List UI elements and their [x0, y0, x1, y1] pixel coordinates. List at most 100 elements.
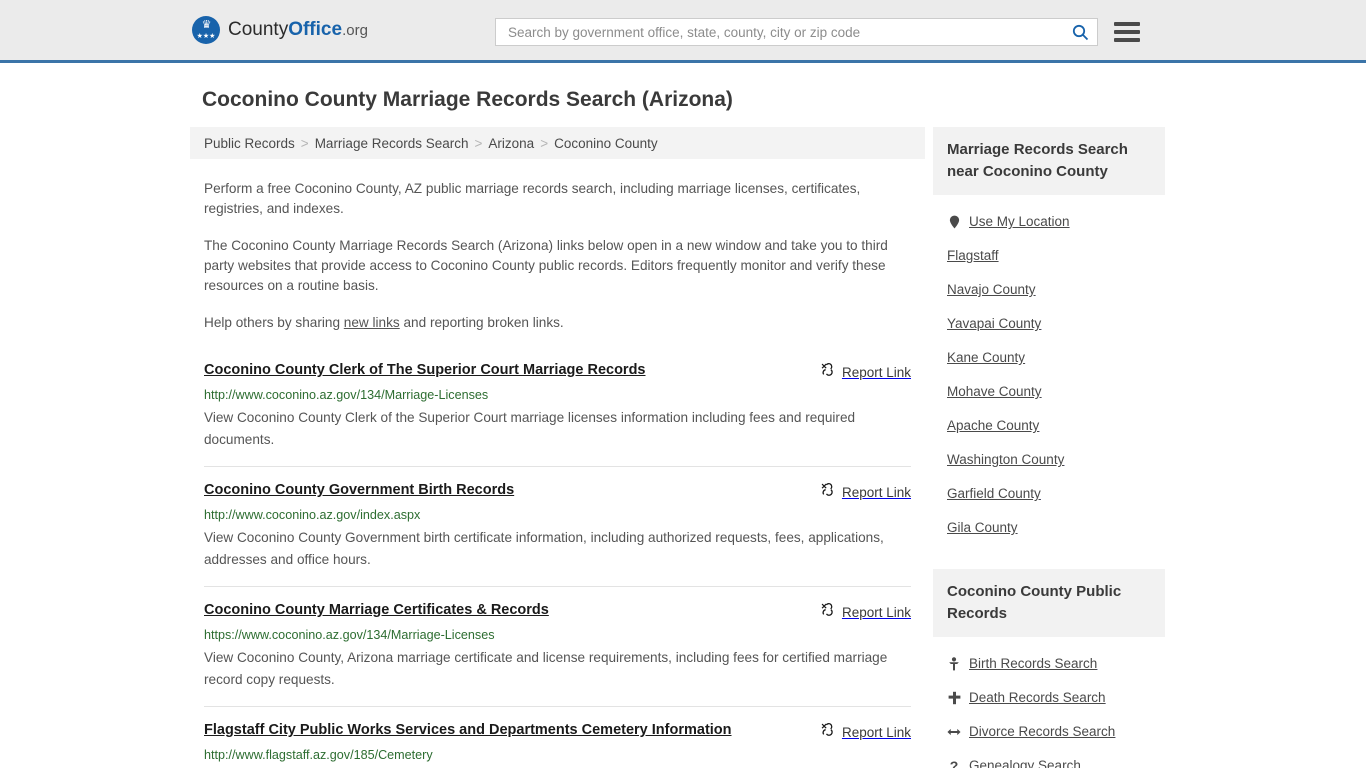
cross-icon [947, 691, 961, 705]
breadcrumb: Public Records > Marriage Records Search > A… [190, 127, 925, 159]
report-link-label: Report Link [841, 724, 911, 740]
broken-link-icon [820, 362, 835, 382]
sidebar-link-label: Kane County [947, 350, 1026, 365]
question-icon: ? [949, 758, 959, 768]
breadcrumb-separator: > [540, 135, 549, 151]
logo-text-tld: .org [342, 22, 368, 39]
report-link-button[interactable]: Report Link [820, 361, 911, 382]
sidebar-link-label: Yavapai County [947, 316, 1042, 331]
report-link-label: Report Link [841, 484, 911, 500]
sidebar-link-label: Birth Records Search [969, 656, 1098, 671]
sidebar-link[interactable]: Divorce Records Search [947, 715, 1151, 749]
sidebar-link-label: Genealogy Search [969, 758, 1081, 768]
result-description: View Coconino County, Arizona marriage c… [204, 650, 888, 687]
result-description: View Coconino County Clerk of the Superi… [204, 410, 856, 447]
result-title-link[interactable]: Coconino County Marriage Certificates & … [204, 601, 549, 620]
sidebar-link[interactable]: Apache County [947, 409, 1151, 443]
sidebar-link-label: Flagstaff [947, 248, 999, 263]
sidebar-panel-title: Marriage Records Search near Coconino Co… [933, 127, 1165, 195]
breadcrumb-item[interactable]: Public Records [204, 136, 295, 151]
sidebar-link[interactable]: Mohave County [947, 375, 1151, 409]
breadcrumb-separator: > [474, 135, 483, 151]
sidebar-panel-title: Coconino County Public Records [933, 569, 1165, 637]
broken-link-icon [820, 722, 835, 742]
result-title-link[interactable]: Flagstaff City Public Works Services and… [204, 721, 732, 740]
intro-section: Perform a free Coconino County, AZ publi… [190, 179, 925, 333]
results-list: Coconino County Clerk of The Superior Co… [190, 355, 925, 768]
sidebar-link-label: Mohave County [947, 384, 1042, 399]
report-link-label: Report Link [841, 364, 911, 380]
sidebar-link-label: Garfield County [947, 486, 1041, 501]
result-item: Flagstaff City Public Works Services and… [204, 706, 911, 768]
arrows-icon [947, 727, 961, 737]
intro-p3-after: and reporting broken links. [399, 315, 564, 330]
result-url[interactable]: https://www.coconino.az.gov/134/Marriage… [204, 627, 911, 643]
result-item: Coconino County Marriage Certificates & … [204, 586, 911, 706]
sidebar: Marriage Records Search near Coconino Co… [933, 127, 1165, 768]
sidebar-link[interactable]: Birth Records Search [947, 647, 1151, 681]
logo-text-prefix: County [228, 19, 289, 40]
result-title-link[interactable]: Coconino County Clerk of The Superior Co… [204, 361, 646, 380]
report-link-button[interactable]: Report Link [820, 601, 911, 622]
sidebar-link[interactable]: Death Records Search [947, 681, 1151, 715]
sidebar-link[interactable]: Garfield County [947, 477, 1151, 511]
sidebar-link[interactable]: Use My Location [947, 205, 1151, 239]
sidebar-link-label: Death Records Search [969, 690, 1106, 705]
result-url[interactable]: http://www.coconino.az.gov/134/Marriage-… [204, 387, 911, 403]
broken-link-icon [820, 602, 835, 622]
result-url[interactable]: http://www.flagstaff.az.gov/185/Cemetery [204, 747, 911, 763]
sidebar-panel: Marriage Records Search near Coconino Co… [933, 127, 1165, 545]
map-pin-icon [947, 215, 961, 229]
breadcrumb-separator: > [300, 135, 309, 151]
sidebar-link[interactable]: Navajo County [947, 273, 1151, 307]
countyoffice-emblem-icon: ♛ ★★★ [192, 16, 220, 44]
result-header: Coconino County Government Birth Records… [204, 481, 911, 502]
search-button[interactable] [1070, 24, 1091, 41]
result-title-link[interactable]: Coconino County Government Birth Records [204, 481, 514, 500]
sidebar-panel-body: Use My Location Flagstaff Navajo County Yav… [933, 195, 1165, 545]
sidebar-link[interactable]: Flagstaff [947, 239, 1151, 273]
intro-paragraph-2: The Coconino County Marriage Records Sea… [204, 238, 888, 293]
intro-paragraph-1: Perform a free Coconino County, AZ publi… [204, 181, 861, 216]
sidebar-link-label: Use My Location [969, 214, 1070, 229]
breadcrumb-item[interactable]: Arizona [488, 136, 534, 151]
logo-text: CountyOffice.org [228, 20, 368, 40]
sidebar-link-label: Navajo County [947, 282, 1036, 297]
sidebar-link[interactable]: Yavapai County [947, 307, 1151, 341]
result-header: Coconino County Marriage Certificates & … [204, 601, 911, 622]
new-links-link[interactable]: new links [344, 315, 400, 330]
result-url[interactable]: http://www.coconino.az.gov/index.aspx [204, 507, 911, 523]
search-input[interactable] [506, 19, 1070, 45]
breadcrumb-item[interactable]: Marriage Records Search [315, 136, 469, 151]
breadcrumb-item[interactable]: Coconino County [554, 136, 658, 151]
intro-paragraph-3: Help others by sharing new links and rep… [204, 313, 911, 333]
sidebar-link-label: Washington County [947, 452, 1065, 467]
sidebar-panel-body: Birth Records Search Death Records Search… [933, 637, 1165, 768]
eagle-icon: ♛ [201, 19, 212, 31]
sidebar-link[interactable]: Washington County [947, 443, 1151, 477]
report-link-button[interactable]: Report Link [820, 721, 911, 742]
content-columns: Public Records > Marriage Records Search > A… [190, 127, 1366, 768]
result-item: Coconino County Government Birth Records… [204, 466, 911, 586]
sidebar-link[interactable]: Gila County [947, 511, 1151, 545]
result-item: Coconino County Clerk of The Superior Co… [204, 355, 911, 466]
sidebar-panel: Coconino County Public Records Birth Reco… [933, 569, 1165, 768]
main-column: Public Records > Marriage Records Search > A… [190, 127, 925, 768]
menu-button[interactable] [1114, 22, 1140, 42]
page-title: Coconino County Marriage Records Search … [202, 88, 733, 111]
result-header: Coconino County Clerk of The Superior Co… [204, 361, 911, 382]
sidebar-link[interactable]: Kane County [947, 341, 1151, 375]
sidebar-link-label: Gila County [947, 520, 1018, 535]
report-link-label: Report Link [841, 604, 911, 620]
search-box[interactable] [495, 18, 1098, 46]
broken-link-icon [820, 482, 835, 502]
hamburger-bar [1114, 22, 1140, 26]
search-area [495, 18, 1140, 46]
hamburger-bar [1114, 30, 1140, 34]
report-link-button[interactable]: Report Link [820, 481, 911, 502]
sidebar-link[interactable]: ? Genealogy Search [947, 749, 1151, 768]
site-logo[interactable]: ♛ ★★★ CountyOffice.org [192, 16, 368, 44]
page-body: Coconino County Marriage Records Search … [0, 87, 1366, 768]
baby-icon [947, 657, 961, 671]
result-description: View Coconino County Government birth ce… [204, 530, 884, 567]
